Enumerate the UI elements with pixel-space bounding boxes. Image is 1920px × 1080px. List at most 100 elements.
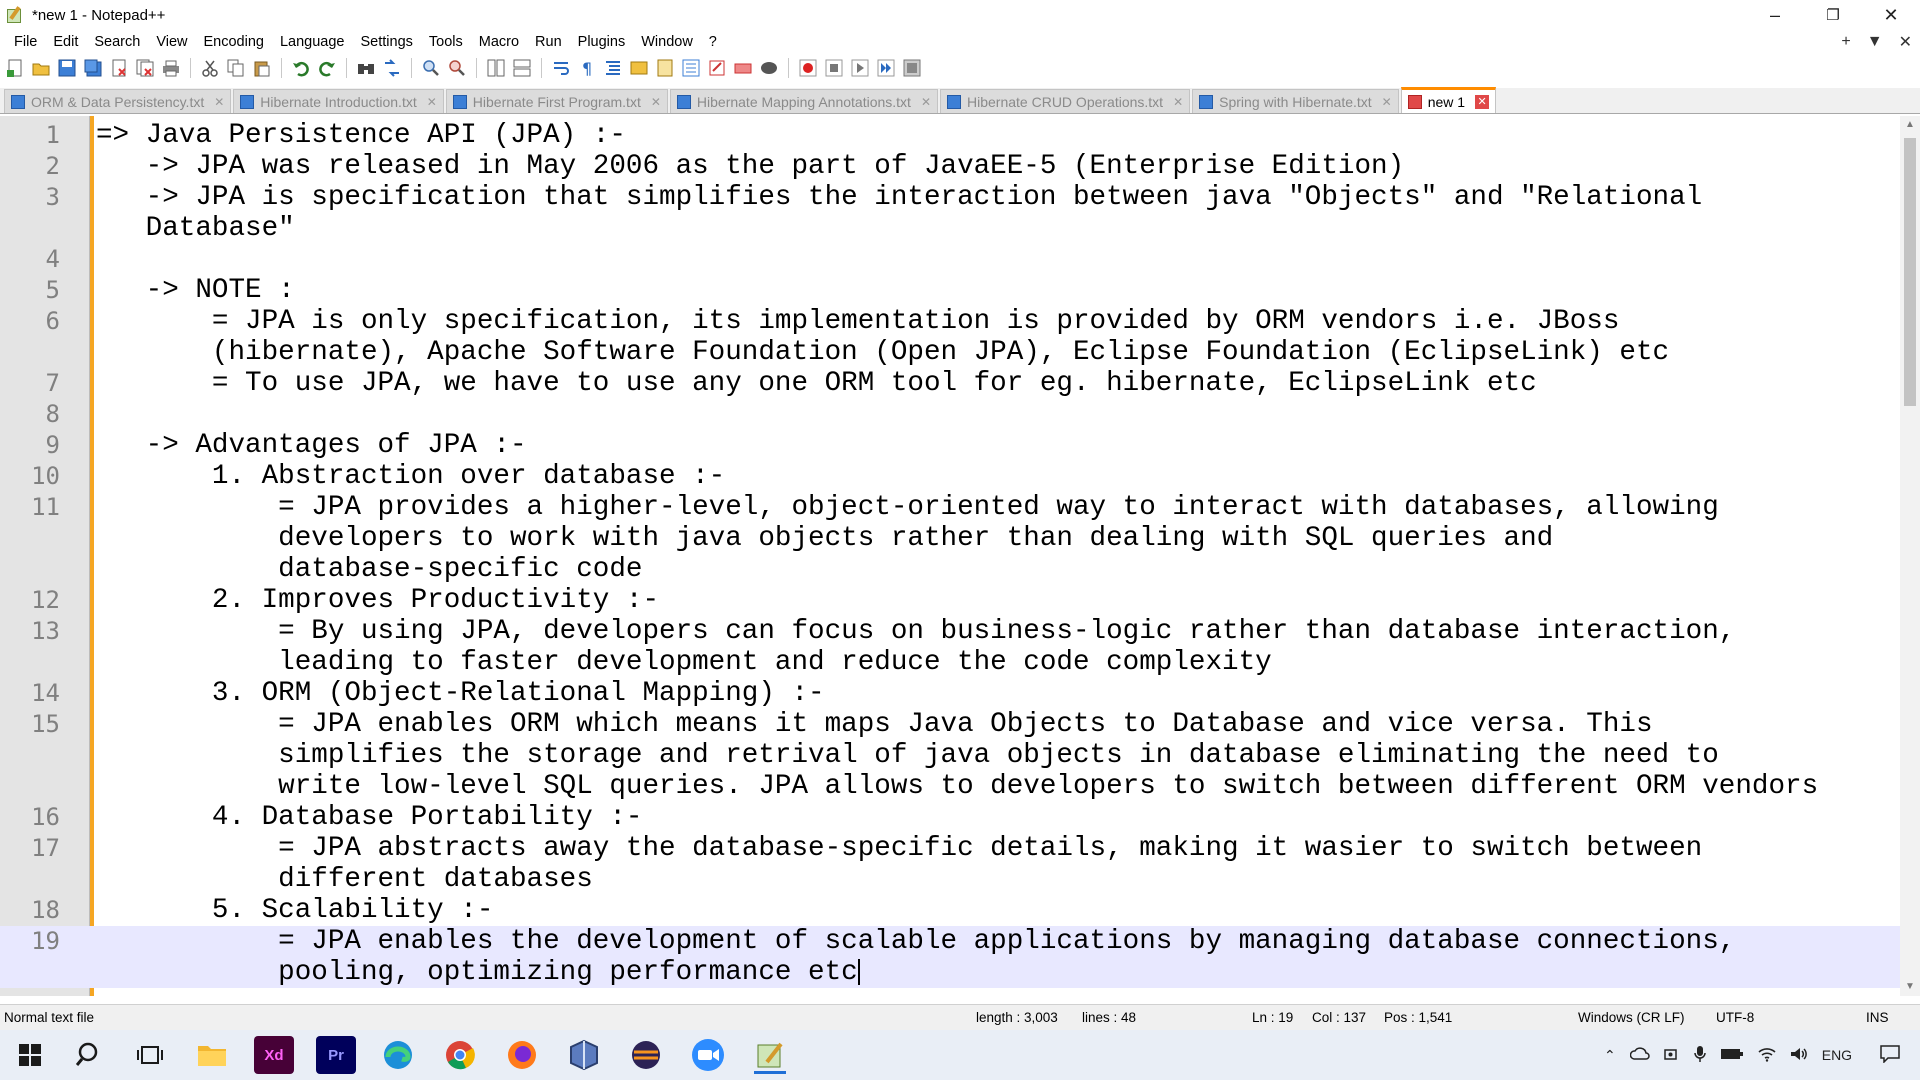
tab-orm-data-persistency[interactable]: ORM & Data Persistency.txt ✕ xyxy=(4,89,232,113)
open-file-icon[interactable] xyxy=(30,57,52,79)
function-list-icon[interactable] xyxy=(680,57,702,79)
tab-new-1[interactable]: new 1 ✕ xyxy=(1400,87,1497,113)
tab-spring-with-hibernate[interactable]: Spring with Hibernate.txt ✕ xyxy=(1192,89,1399,113)
document-map-icon[interactable] xyxy=(654,57,676,79)
editor-area[interactable]: 1 => Java Persistence API (JPA) :- 2 -> J… xyxy=(0,116,1920,996)
menu-file[interactable]: File xyxy=(6,34,45,50)
editor-line[interactable]: 10 1. Abstraction over database :- xyxy=(0,461,1900,492)
tab-close-icon[interactable]: ✕ xyxy=(651,95,661,109)
onedrive-icon[interactable] xyxy=(1629,1046,1650,1064)
editor-line[interactable]: simplifies the storage and retrival of j… xyxy=(0,740,1900,771)
zoom-icon[interactable] xyxy=(688,1036,728,1074)
redo-icon[interactable] xyxy=(316,57,338,79)
wifi-icon[interactable] xyxy=(1758,1046,1776,1065)
battery-icon[interactable] xyxy=(1720,1047,1744,1064)
tab-close-icon[interactable]: ✕ xyxy=(1173,95,1183,109)
editor-line[interactable]: 2 -> JPA was released in May 2006 as the… xyxy=(0,151,1900,182)
editor-line-current[interactable]: pooling, optimizing performance etc xyxy=(0,957,1900,988)
close-button[interactable]: ✕ xyxy=(1862,0,1920,30)
close-file-icon[interactable] xyxy=(108,57,130,79)
new-tab-plus-icon[interactable]: + xyxy=(1841,33,1850,51)
editor-line[interactable]: 9 -> Advantages of JPA :- xyxy=(0,430,1900,461)
edge-icon[interactable] xyxy=(378,1036,418,1074)
camera-icon[interactable] xyxy=(1663,1046,1680,1065)
editor-line[interactable]: 5 -> NOTE : xyxy=(0,275,1900,306)
scrollbar-thumb[interactable] xyxy=(1904,138,1916,406)
undo-icon[interactable] xyxy=(290,57,312,79)
microphone-icon[interactable] xyxy=(1693,1045,1706,1066)
show-hidden-icons-icon[interactable]: ⌃ xyxy=(1604,1047,1616,1064)
close-document-icon[interactable]: ✕ xyxy=(1899,32,1912,52)
tab-hibernate-introduction[interactable]: Hibernate Introduction.txt ✕ xyxy=(233,89,444,113)
app-icon[interactable] xyxy=(564,1036,604,1074)
start-icon[interactable] xyxy=(10,1036,50,1074)
tab-hibernate-mapping-annotations[interactable]: Hibernate Mapping Annotations.txt ✕ xyxy=(669,89,938,113)
indent-guide-icon[interactable] xyxy=(602,57,624,79)
status-encoding[interactable]: UTF-8 xyxy=(1716,1005,1754,1031)
find-icon[interactable] xyxy=(355,57,377,79)
volume-icon[interactable] xyxy=(1790,1046,1808,1065)
menu-language[interactable]: Language xyxy=(272,34,353,50)
editor-line[interactable]: 1 => Java Persistence API (JPA) :- xyxy=(0,120,1900,151)
menu-edit[interactable]: Edit xyxy=(45,34,86,50)
chrome-icon[interactable] xyxy=(440,1036,480,1074)
zoom-in-icon[interactable] xyxy=(420,57,442,79)
language-indicator[interactable]: ENG xyxy=(1822,1047,1852,1063)
restore-button[interactable]: ❐ xyxy=(1804,0,1862,30)
editor-line[interactable]: 8 xyxy=(0,399,1900,430)
editor-line[interactable]: 3 -> JPA is specification that simplifie… xyxy=(0,182,1900,213)
scroll-up-icon[interactable]: ▲ xyxy=(1900,116,1920,134)
editor-line[interactable]: 18 5. Scalability :- xyxy=(0,895,1900,926)
paste-icon[interactable] xyxy=(251,57,273,79)
editor-line-current[interactable]: 19 = JPA enables the development of scal… xyxy=(0,926,1900,957)
print-icon[interactable] xyxy=(160,57,182,79)
menu-settings[interactable]: Settings xyxy=(352,34,420,50)
editor-line[interactable]: 4 xyxy=(0,244,1900,275)
status-insert-mode[interactable]: INS xyxy=(1866,1005,1889,1031)
save-icon[interactable] xyxy=(56,57,78,79)
sync-vertical-icon[interactable] xyxy=(485,57,507,79)
editor-line[interactable]: database-specific code xyxy=(0,554,1900,585)
menu-view[interactable]: View xyxy=(148,34,195,50)
editor-line[interactable]: 11 = JPA provides a higher-level, object… xyxy=(0,492,1900,523)
save-all-icon[interactable] xyxy=(82,57,104,79)
tab-close-icon[interactable]: ✕ xyxy=(1382,95,1392,109)
menu-macro[interactable]: Macro xyxy=(471,34,527,50)
menu-plugins[interactable]: Plugins xyxy=(570,34,634,50)
stop-recording-icon[interactable] xyxy=(823,57,845,79)
close-all-icon[interactable] xyxy=(134,57,156,79)
editor-line[interactable]: write low-level SQL queries. JPA allows … xyxy=(0,771,1900,802)
new-file-icon[interactable] xyxy=(4,57,26,79)
tab-close-icon[interactable]: ✕ xyxy=(921,95,931,109)
firefox-icon[interactable] xyxy=(502,1036,542,1074)
menu-search[interactable]: Search xyxy=(86,34,148,50)
status-eol[interactable]: Windows (CR LF) xyxy=(1578,1005,1685,1031)
editor-line[interactable]: developers to work with java objects rat… xyxy=(0,523,1900,554)
scroll-down-icon[interactable]: ▼ xyxy=(1900,978,1920,996)
tab-hibernate-first-program[interactable]: Hibernate First Program.txt ✕ xyxy=(445,89,668,113)
tab-close-icon[interactable]: ✕ xyxy=(1475,94,1490,109)
editor-line[interactable]: (hibernate), Apache Software Foundation … xyxy=(0,337,1900,368)
minimize-button[interactable]: – xyxy=(1746,0,1804,30)
menu-tools[interactable]: Tools xyxy=(421,34,471,50)
adobe-xd-icon[interactable]: Xd xyxy=(254,1036,294,1074)
record-macro-icon[interactable] xyxy=(758,57,780,79)
cut-icon[interactable] xyxy=(199,57,221,79)
editor-line[interactable]: leading to faster development and reduce… xyxy=(0,647,1900,678)
tab-hibernate-crud-operations[interactable]: Hibernate CRUD Operations.txt ✕ xyxy=(940,89,1191,113)
word-wrap-icon[interactable] xyxy=(550,57,572,79)
premiere-pro-icon[interactable]: Pr xyxy=(316,1036,356,1074)
editor-line[interactable]: 17 = JPA abstracts away the database-spe… xyxy=(0,833,1900,864)
tab-close-icon[interactable]: ✕ xyxy=(214,95,224,109)
menu-encoding[interactable]: Encoding xyxy=(196,34,272,50)
tab-list-dropdown-icon[interactable]: ▼ xyxy=(1867,33,1883,51)
eclipse-icon[interactable] xyxy=(626,1036,666,1074)
notification-icon[interactable] xyxy=(1880,1044,1900,1066)
editor-line[interactable]: Database" xyxy=(0,213,1900,244)
editor-line[interactable]: 15 = JPA enables ORM which means it maps… xyxy=(0,709,1900,740)
vertical-scrollbar[interactable]: ▲ ▼ xyxy=(1900,116,1920,996)
editor-line[interactable]: 6 = JPA is only specification, its imple… xyxy=(0,306,1900,337)
copy-icon[interactable] xyxy=(225,57,247,79)
sync-horizontal-icon[interactable] xyxy=(511,57,533,79)
folder-workspace-icon[interactable] xyxy=(706,57,728,79)
